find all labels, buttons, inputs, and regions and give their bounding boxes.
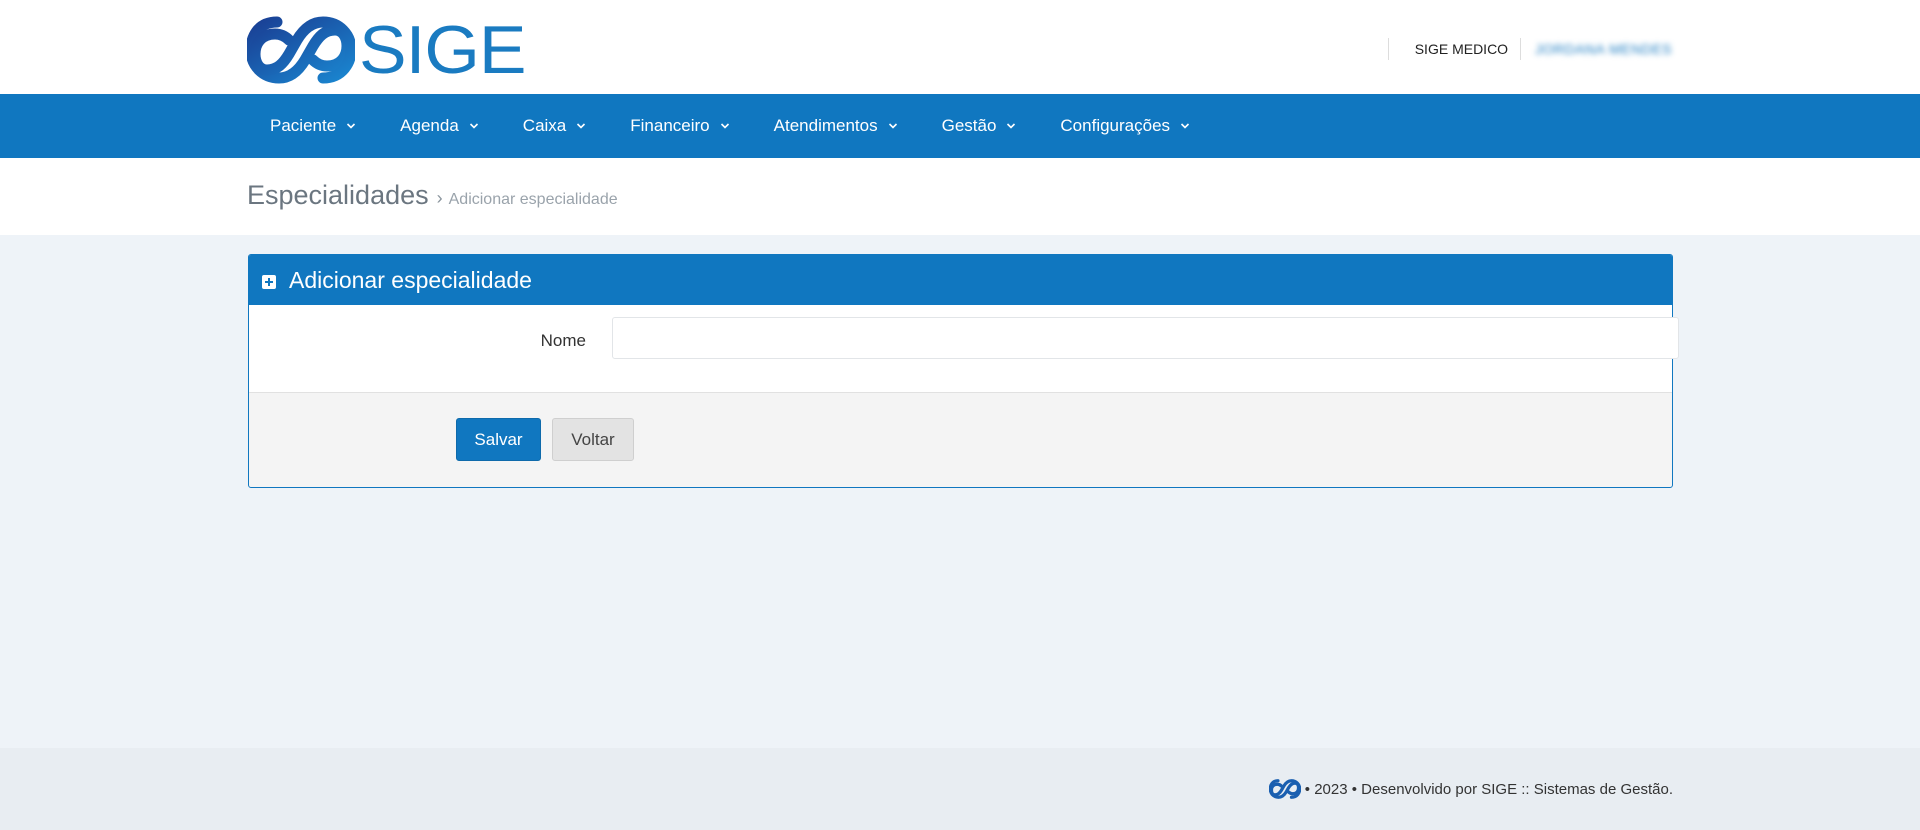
nav-item-atendimentos[interactable]: Atendimentos bbox=[752, 94, 920, 158]
breadcrumb: Especialidades › Adicionar especialidade bbox=[247, 180, 618, 211]
nav-item-label: Caixa bbox=[522, 116, 567, 135]
panel-footer: Salvar Voltar bbox=[249, 393, 1672, 487]
nav-item-configuracoes[interactable]: Configurações bbox=[1038, 94, 1212, 158]
nav-item-financeiro[interactable]: Financeiro bbox=[608, 94, 751, 158]
top-header: SIGE SIGE MEDICO JORDANA MENDES bbox=[0, 0, 1920, 94]
user-name-link[interactable]: JORDANA MENDES bbox=[1521, 41, 1672, 57]
logo-text: SIGE bbox=[359, 12, 526, 88]
nav-item-label: Gestão bbox=[941, 116, 997, 135]
nav-item-label: Financeiro bbox=[630, 116, 710, 135]
sige-infinity-logo-icon bbox=[247, 16, 355, 84]
footer-text: • 2023 • Desenvolvido por SIGE :: Sistem… bbox=[1304, 780, 1673, 798]
chevron-down-icon bbox=[888, 123, 897, 129]
save-button[interactable]: Salvar bbox=[456, 418, 541, 461]
nav-item-paciente[interactable]: Paciente bbox=[247, 94, 378, 158]
nome-label: Nome bbox=[540, 331, 586, 350]
sige-small-logo-icon bbox=[1268, 779, 1301, 799]
panel-title: Adicionar especialidade bbox=[289, 266, 532, 293]
chevron-down-icon bbox=[347, 123, 356, 129]
page-footer: • 2023 • Desenvolvido por SIGE :: Sistem… bbox=[0, 748, 1920, 830]
chevron-down-icon bbox=[577, 123, 586, 129]
chevron-down-icon bbox=[469, 123, 478, 129]
nome-input[interactable] bbox=[612, 317, 1679, 359]
chevron-down-icon bbox=[1007, 123, 1016, 129]
header-user-area: SIGE MEDICO JORDANA MENDES bbox=[1387, 37, 1672, 61]
panel-header: Adicionar especialidade bbox=[249, 255, 1672, 305]
breadcrumb-separator: › bbox=[436, 188, 443, 208]
chevron-down-icon bbox=[1180, 123, 1190, 129]
system-name: SIGE MEDICO bbox=[1414, 41, 1509, 57]
footer-credits: • 2023 • Desenvolvido por SIGE :: Sistem… bbox=[1268, 779, 1673, 799]
page-title[interactable]: Especialidades bbox=[247, 180, 429, 211]
nav-item-gestao[interactable]: Gestão bbox=[920, 94, 1039, 158]
nav-menu: Paciente Agenda Caixa Financeiro Atendimento… bbox=[247, 94, 1672, 158]
add-specialty-panel: Adicionar especialidade Nome Salvar Volt… bbox=[248, 254, 1679, 488]
nav-item-label: Agenda bbox=[400, 116, 459, 135]
breadcrumb-bar: Especialidades › Adicionar especialidade bbox=[0, 158, 1920, 235]
sige-logo[interactable]: SIGE bbox=[247, 16, 526, 84]
main-nav: Paciente Agenda Caixa Financeiro Atendimento… bbox=[0, 94, 1920, 158]
nav-item-label: Configurações bbox=[1060, 116, 1171, 135]
nav-item-label: Atendimentos bbox=[773, 116, 878, 135]
nav-item-label: Paciente bbox=[270, 116, 337, 135]
plus-square-icon bbox=[262, 274, 276, 289]
nav-item-agenda[interactable]: Agenda bbox=[378, 94, 501, 158]
breadcrumb-current: Adicionar especialidade bbox=[448, 191, 618, 208]
back-button[interactable]: Voltar bbox=[552, 418, 634, 461]
chevron-down-icon bbox=[720, 123, 729, 129]
panel-body: Nome bbox=[249, 305, 1679, 393]
nav-item-caixa[interactable]: Caixa bbox=[501, 94, 608, 158]
